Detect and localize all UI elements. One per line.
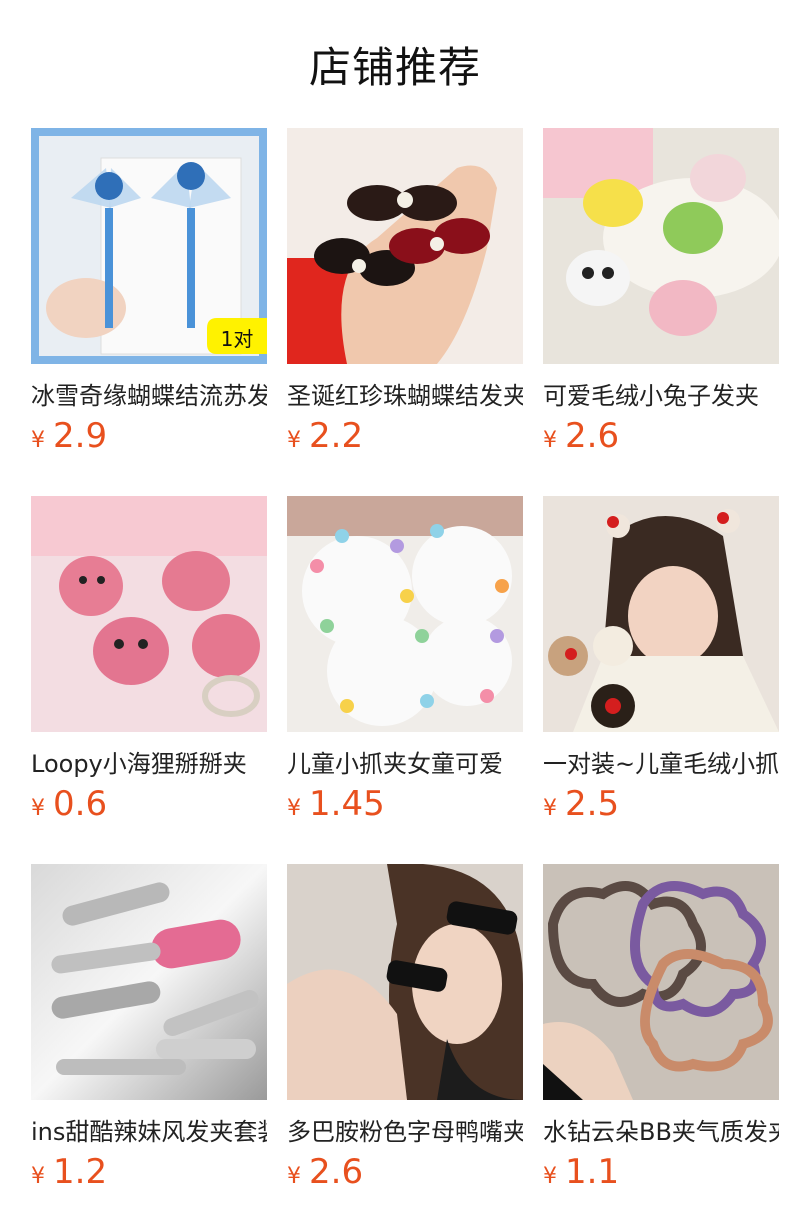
product-name[interactable]: 儿童小抓夹女童可爱: [287, 744, 523, 778]
product-name[interactable]: 可爱毛绒小兔子发夹: [543, 376, 779, 410]
product-name[interactable]: 水钻云朵BB夹气质发夹: [543, 1112, 779, 1146]
product-image[interactable]: 1对: [31, 128, 267, 364]
price-value: 2.2: [309, 416, 364, 456]
product-price: ¥2.5: [543, 784, 619, 824]
product-card[interactable]: ins甜酷辣妹风发夹套装 ¥1.2: [31, 864, 267, 1204]
beaver-icon: [93, 617, 169, 685]
price-value: 1.45: [309, 784, 385, 824]
product-name[interactable]: 一对装~儿童毛绒小抓夹: [543, 744, 779, 778]
price-value: 1.1: [565, 1152, 620, 1192]
product-image[interactable]: [543, 128, 779, 364]
product-name[interactable]: ins甜酷辣妹风发夹套装: [31, 1112, 267, 1146]
yellow-chick-icon: [583, 179, 643, 227]
product-name[interactable]: 多巴胺粉色字母鸭嘴夹: [287, 1112, 523, 1146]
product-price: ¥2.6: [543, 416, 619, 456]
product-image[interactable]: [287, 128, 523, 364]
currency-symbol: ¥: [543, 1164, 557, 1189]
product-price: ¥0.6: [31, 784, 107, 824]
panda-icon: [566, 250, 630, 306]
bunny-icon: [690, 154, 746, 202]
beaver-icon: [59, 556, 123, 616]
product-card[interactable]: 多巴胺粉色字母鸭嘴夹 ¥2.6: [287, 864, 523, 1204]
price-value: 2.5: [565, 784, 620, 824]
product-image[interactable]: [31, 496, 267, 732]
product-image[interactable]: [543, 864, 779, 1100]
currency-symbol: ¥: [31, 428, 45, 453]
product-name[interactable]: 圣诞红珍珠蝴蝶结发夹: [287, 376, 523, 410]
product-name[interactable]: Loopy小海狸掰掰夹: [31, 744, 267, 778]
product-image[interactable]: [543, 496, 779, 732]
currency-symbol: ¥: [543, 428, 557, 453]
product-card[interactable]: 1对 冰雪奇缘蝴蝶结流苏发夹 ¥2.9: [31, 128, 267, 468]
pink-bear-icon: [649, 280, 717, 336]
frog-icon: [663, 202, 723, 254]
product-price: ¥2.2: [287, 416, 363, 456]
currency-symbol: ¥: [287, 796, 301, 821]
product-price: ¥2.6: [287, 1152, 363, 1192]
price-value: 1.2: [53, 1152, 108, 1192]
currency-symbol: ¥: [31, 1164, 45, 1189]
product-card[interactable]: 可爱毛绒小兔子发夹 ¥2.6: [543, 128, 779, 468]
product-price: ¥2.9: [31, 416, 107, 456]
product-image[interactable]: [31, 864, 267, 1100]
price-value: 0.6: [53, 784, 108, 824]
badge-text: 1对: [221, 327, 254, 351]
currency-symbol: ¥: [287, 1164, 301, 1189]
product-name[interactable]: 冰雪奇缘蝴蝶结流苏发夹: [31, 376, 267, 410]
product-image[interactable]: [287, 864, 523, 1100]
beaver-icon: [162, 551, 230, 611]
currency-symbol: ¥: [543, 796, 557, 821]
section-title: 店铺推荐: [308, 43, 481, 92]
product-card[interactable]: 一对装~儿童毛绒小抓夹 ¥2.5: [543, 496, 779, 836]
product-card[interactable]: 圣诞红珍珠蝴蝶结发夹 ¥2.2: [287, 128, 523, 468]
price-value: 2.6: [309, 1152, 364, 1192]
beaver-icon: [192, 614, 260, 678]
currency-symbol: ¥: [31, 796, 45, 821]
cherry-icon: [606, 514, 630, 538]
currency-symbol: ¥: [287, 428, 301, 453]
product-card[interactable]: 儿童小抓夹女童可爱 ¥1.45: [287, 496, 523, 836]
product-card[interactable]: Loopy小海狸掰掰夹 ¥0.6: [31, 496, 267, 836]
product-price: ¥1.45: [287, 784, 385, 824]
product-price: ¥1.2: [31, 1152, 107, 1192]
product-image[interactable]: [287, 496, 523, 732]
product-card[interactable]: 水钻云朵BB夹气质发夹 ¥1.1: [543, 864, 779, 1204]
price-value: 2.6: [565, 416, 620, 456]
cherry-icon: [716, 509, 740, 533]
product-price: ¥1.1: [543, 1152, 619, 1192]
price-value: 2.9: [53, 416, 108, 456]
